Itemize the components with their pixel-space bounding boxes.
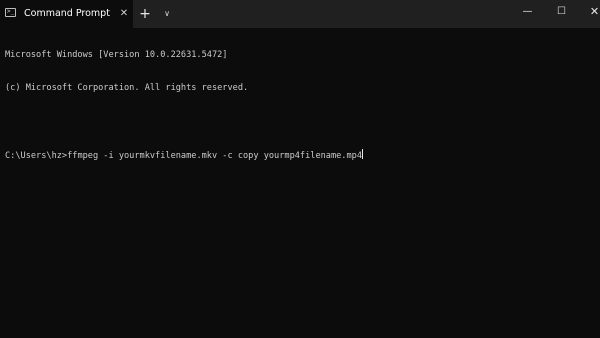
command-prompt-icon: >_ [5, 8, 16, 17]
tab-title: Command Prompt [24, 8, 110, 19]
minimize-button[interactable]: — [511, 0, 544, 24]
maximize-button[interactable]: ☐ [545, 0, 578, 24]
new-tab-button[interactable]: + [138, 6, 152, 22]
output-line: (c) Microsoft Corporation. All rights re… [5, 83, 249, 93]
output-line: Microsoft Windows [Version 10.0.22631.54… [5, 50, 228, 60]
chevron-down-icon[interactable]: ∨ [161, 6, 173, 22]
terminal-window: >_ Command Prompt ✕ + ∨ — ☐ ✕ Microsoft … [0, 0, 600, 338]
terminal-output[interactable]: Microsoft Windows [Version 10.0.22631.54… [0, 28, 600, 338]
prompt: C:\Users\hz> [5, 151, 68, 161]
title-bar: >_ Command Prompt ✕ + ∨ — ☐ ✕ [0, 0, 600, 28]
close-window-button[interactable]: ✕ [578, 0, 600, 24]
tab-command-prompt[interactable]: >_ Command Prompt ✕ [0, 0, 133, 28]
text-cursor [362, 149, 364, 159]
command-input[interactable]: ffmpeg -i yourmkvfilename.mkv -c copy yo… [67, 151, 362, 161]
tab-close-icon[interactable]: ✕ [118, 7, 130, 21]
command-line[interactable]: C:\Users\hz>ffmpeg -i yourmkvfilename.mk… [5, 149, 600, 161]
